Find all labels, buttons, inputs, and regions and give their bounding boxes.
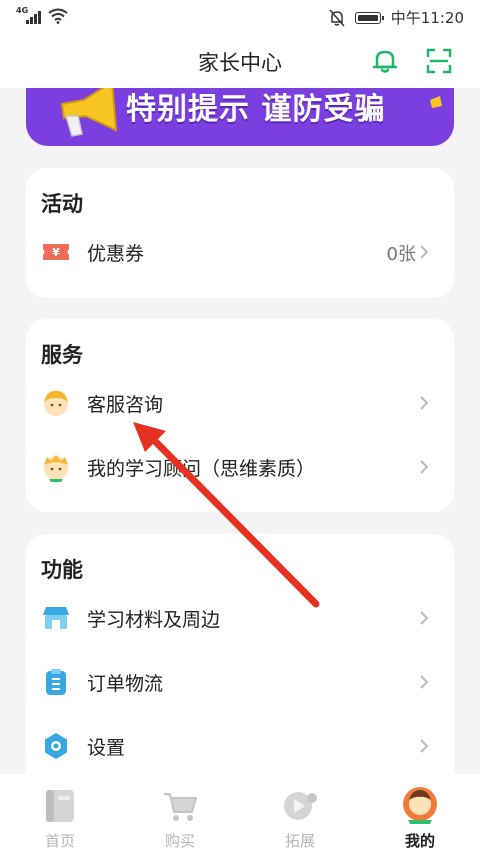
tab-home-label: 首页 xyxy=(44,832,75,850)
anti-fraud-banner[interactable]: 特别提示 谨防受骗 xyxy=(26,88,454,146)
customer-service-label: 客服咨询 xyxy=(87,394,164,416)
coupon-row[interactable]: ¥ 优惠券 0张 xyxy=(26,224,454,280)
chevron-right-icon xyxy=(420,396,429,410)
customer-service-avatar-icon xyxy=(44,390,68,416)
chevron-right-icon xyxy=(420,739,429,753)
learning-advisor-label: 我的学习顾问（思维素质） xyxy=(87,458,316,480)
chevron-right-icon xyxy=(420,611,429,625)
advisor-avatar-icon xyxy=(44,455,68,482)
function-title: 功能 xyxy=(41,558,83,582)
materials-row[interactable]: 学习材料及周边 xyxy=(26,590,454,646)
settings-icon xyxy=(45,733,67,759)
tab-home[interactable]: 首页 xyxy=(0,774,120,853)
chevron-right-icon xyxy=(420,245,429,259)
coupon-count: 0张 xyxy=(386,244,416,265)
learning-advisor-row[interactable]: 我的学习顾问（思维素质） xyxy=(26,439,454,495)
service-title: 服务 xyxy=(41,343,83,367)
scan-icon[interactable] xyxy=(424,46,454,76)
tab-expand-label: 拓展 xyxy=(284,832,315,850)
tab-expand[interactable]: 拓展 xyxy=(240,774,360,853)
tab-mine-label: 我的 xyxy=(404,832,435,850)
tab-mine[interactable]: 我的 xyxy=(360,774,480,853)
bell-icon[interactable] xyxy=(370,46,400,76)
play-icon xyxy=(284,792,317,820)
settings-row[interactable]: 设置 xyxy=(26,718,454,774)
materials-label: 学习材料及周边 xyxy=(87,609,221,631)
wifi-icon xyxy=(48,8,68,24)
coupon-icon: ¥ xyxy=(43,244,69,260)
order-logistics-row[interactable]: 订单物流 xyxy=(26,654,454,710)
megaphone-small-icon xyxy=(430,96,442,108)
store-icon xyxy=(43,607,69,629)
tab-buy-label: 购买 xyxy=(164,832,195,850)
order-logistics-label: 订单物流 xyxy=(87,673,164,695)
service-card: 服务 客服咨询 我的学习顾问（思维素质） xyxy=(26,319,454,512)
bottom-tab-bar: 首页 购买 拓展 我的 xyxy=(0,774,480,853)
customer-service-row[interactable]: 客服咨询 xyxy=(26,375,454,431)
activity-title: 活动 xyxy=(41,192,83,216)
bell-off-icon xyxy=(329,9,345,26)
home-book-icon xyxy=(46,790,74,822)
svg-text:¥: ¥ xyxy=(52,246,60,259)
status-bar: 4G 中午11:20 xyxy=(0,0,480,34)
user-avatar-icon xyxy=(403,787,437,824)
coupon-label: 优惠券 xyxy=(87,243,145,265)
function-card: 功能 学习材料及周边 订单物流 设置 xyxy=(26,534,454,796)
settings-label: 设置 xyxy=(87,737,126,759)
chevron-right-icon xyxy=(420,460,429,474)
tab-buy[interactable]: 购买 xyxy=(120,774,240,853)
megaphone-icon xyxy=(60,88,118,137)
cart-icon xyxy=(164,793,198,821)
clipboard-icon xyxy=(46,669,66,695)
clock: 中午11:20 xyxy=(390,9,464,27)
network-type: 4G xyxy=(16,6,29,15)
signal-icon: 4G xyxy=(16,6,42,24)
page-title: 家长中心 xyxy=(198,51,282,75)
activity-card: 活动 ¥ 优惠券 0张 xyxy=(26,168,454,298)
chevron-right-icon xyxy=(420,675,429,689)
banner-text: 特别提示 谨防受骗 xyxy=(126,92,386,127)
battery-icon xyxy=(354,11,384,24)
header-bar: 家长中心 xyxy=(0,34,480,88)
